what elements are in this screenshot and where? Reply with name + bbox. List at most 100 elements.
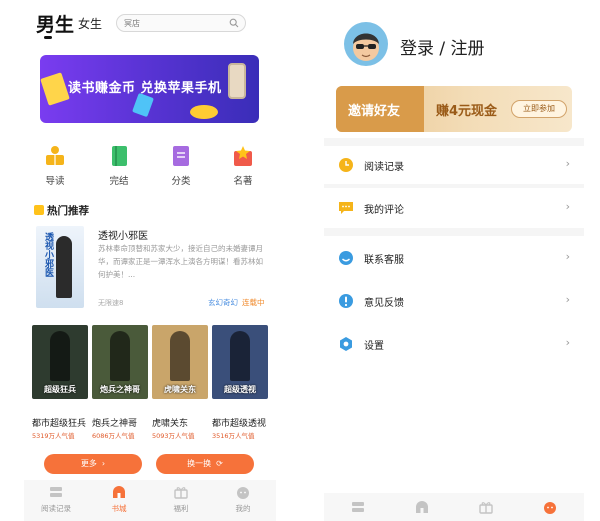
menu-label: 联系客服 — [364, 255, 404, 266]
nav-bookstore[interactable]: 书城 — [94, 484, 144, 514]
settings-icon — [340, 337, 352, 351]
menu-my-comments[interactable]: 我的评论 › — [324, 190, 584, 226]
category-guide[interactable]: 导读 — [30, 145, 80, 187]
invite-banner[interactable]: 邀请好友 赚4元现金 立即参加 — [336, 86, 572, 132]
profile-icon[interactable] — [542, 499, 558, 515]
search-input[interactable]: 冥店 — [116, 14, 246, 32]
category-label: 完结 — [109, 176, 129, 187]
menu-customer-service[interactable]: 联系客服 › — [324, 240, 584, 276]
featured-book-author: 无限速8 — [98, 299, 124, 307]
book-illustration-icon — [40, 72, 70, 106]
featured-book-description: 苏林奉命顶替和苏家大少，接近自己的未婚妻谭月华，而谭家正是一潭浑水上演各方明谋！… — [98, 244, 263, 279]
menu-label: 我的评论 — [364, 205, 404, 216]
customer-service-icon — [339, 251, 353, 265]
section-divider — [324, 184, 584, 188]
bookstore-screen: 男生 女生 冥店 读书赚金币 兑换苹果手机 导读 完结 分类 名著 热门推荐 透… — [24, 0, 276, 521]
status-tag: 连载中 — [242, 298, 265, 307]
bottom-nav — [324, 493, 584, 521]
comment-icon — [339, 202, 353, 214]
join-now-button[interactable]: 立即参加 — [511, 100, 567, 118]
nav-welfare[interactable]: 福利 — [156, 484, 206, 514]
invite-title: 邀请好友 — [348, 104, 401, 119]
refresh-button[interactable]: 换一换 ⟳ — [156, 454, 254, 474]
coin-illustration-icon — [190, 105, 218, 119]
nav-label: 我的 — [235, 504, 251, 513]
cover-title: 透视小邪医 — [43, 232, 53, 277]
menu-label: 阅读记录 — [364, 162, 404, 173]
genre-tag: 玄幻奇幻 — [208, 298, 238, 307]
profile-icon — [237, 487, 249, 499]
nav-mine[interactable]: 我的 — [218, 484, 268, 514]
chevron-right-icon: › — [565, 293, 570, 306]
login-register-link[interactable]: 登录 / 注册 — [400, 34, 485, 59]
cover-title: 炮兵之神哥 — [100, 385, 140, 394]
cover-figure — [56, 236, 72, 298]
featured-book-title[interactable]: 透视小邪医 — [98, 227, 148, 242]
gift-icon[interactable] — [478, 499, 494, 515]
refresh-icon: ⟳ — [213, 459, 223, 468]
phone-illustration-icon — [228, 63, 246, 99]
category-completed[interactable]: 完结 — [94, 145, 144, 187]
nav-label: 阅读记录 — [41, 504, 71, 513]
tab-female[interactable]: 女生 — [78, 15, 102, 32]
bookshelf-icon — [50, 487, 62, 497]
classic-icon — [234, 146, 252, 166]
menu-feedback[interactable]: 意见反馈 › — [324, 283, 584, 319]
book-popularity: 5319万人气值 — [32, 432, 75, 440]
cover-figure — [50, 331, 70, 381]
chevron-right-icon: › — [565, 336, 570, 349]
category-grid: 导读 完结 分类 名著 — [24, 145, 276, 195]
invite-reward: 赚4元现金 — [436, 104, 498, 119]
clock-icon — [339, 158, 353, 172]
book-cover[interactable]: 超级狂兵 — [32, 325, 88, 399]
book-popularity: 6086万人气值 — [92, 432, 135, 440]
promo-banner[interactable]: 读书赚金币 兑换苹果手机 — [40, 55, 259, 123]
cover-title: 超级透视 — [224, 385, 256, 394]
book-title[interactable]: 都市超级透视 — [212, 416, 272, 429]
chevron-right-icon: › — [565, 157, 570, 170]
bookshelf-icon[interactable] — [350, 499, 366, 515]
hot-title: 热门推荐 — [47, 205, 89, 217]
book-icon — [112, 146, 127, 166]
book-cover[interactable]: 炮兵之神哥 — [92, 325, 148, 399]
cover-title: 超级狂兵 — [44, 385, 76, 394]
book-title[interactable]: 虎啸关东 — [152, 416, 212, 429]
cover-figure — [170, 331, 190, 381]
gift-icon — [174, 487, 188, 499]
chevron-right-icon: › — [565, 250, 570, 263]
chevron-right-icon: › — [99, 459, 106, 468]
nav-label: 福利 — [173, 504, 189, 513]
avatar[interactable] — [344, 22, 388, 66]
tab-male[interactable]: 男生 — [36, 10, 74, 37]
feedback-icon — [339, 294, 353, 308]
cover-figure — [110, 331, 130, 381]
book-popularity: 5093万人气值 — [152, 432, 195, 440]
nav-reading-history[interactable]: 阅读记录 — [31, 484, 81, 514]
book-illustration-icon — [132, 92, 154, 118]
search-icon — [229, 18, 239, 28]
category-classify[interactable]: 分类 — [156, 145, 206, 187]
book-title[interactable]: 炮兵之神哥 — [92, 416, 152, 429]
cover-figure — [230, 331, 250, 381]
banner-text: 读书赚金币 兑换苹果手机 — [68, 81, 222, 96]
category-classic[interactable]: 名著 — [218, 145, 268, 187]
category-label: 导读 — [45, 176, 65, 187]
book-cover[interactable]: 虎啸关东 — [152, 325, 208, 399]
book-cover[interactable]: 超级透视 — [212, 325, 268, 399]
bottom-nav: 阅读记录 书城 福利 我的 — [24, 480, 276, 521]
book-title[interactable]: 都市超级狂兵 — [32, 416, 92, 429]
bookstore-icon — [113, 486, 125, 498]
reading-guide-icon — [46, 146, 64, 165]
refresh-button-label: 换一换 — [187, 459, 212, 468]
tab-active-indicator — [44, 36, 52, 39]
bookstore-icon[interactable] — [414, 499, 430, 515]
avatar-face-icon — [353, 33, 379, 61]
featured-book-cover[interactable]: 透视小邪医 — [36, 226, 84, 308]
more-button[interactable]: 更多 › — [44, 454, 142, 474]
book-popularity: 3516万人气值 — [212, 432, 255, 440]
menu-settings[interactable]: 设置 › — [324, 326, 584, 362]
category-label: 名著 — [233, 176, 253, 187]
menu-reading-history[interactable]: 阅读记录 › — [324, 147, 584, 183]
hot-icon — [34, 205, 44, 215]
more-button-label: 更多 — [80, 459, 97, 468]
